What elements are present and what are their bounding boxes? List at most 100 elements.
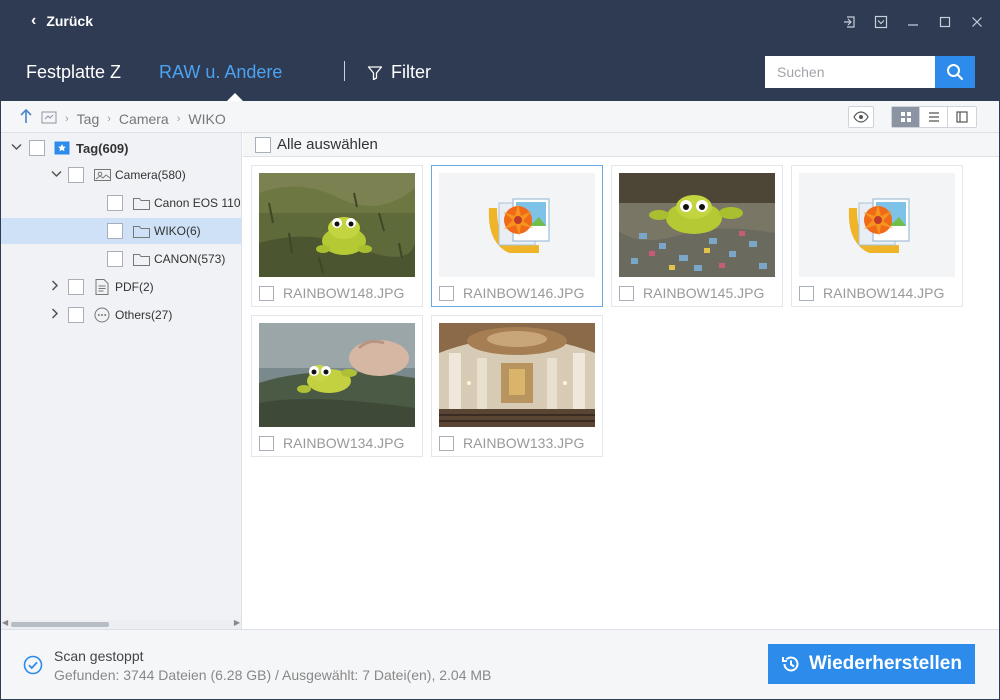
file-tile[interactable]: RAINBOW133.JPG bbox=[431, 315, 603, 457]
file-name: RAINBOW134.JPG bbox=[283, 435, 405, 451]
restore-button[interactable]: Wiederherstellen bbox=[768, 644, 975, 684]
file-tile[interactable]: RAINBOW145.JPG bbox=[611, 165, 783, 307]
chevron-down-icon[interactable] bbox=[51, 169, 62, 181]
tree-checkbox[interactable] bbox=[107, 251, 123, 267]
breadcrumb-item-camera[interactable]: Camera bbox=[119, 111, 169, 127]
folder-tree-sidebar: Tag(609) Camera(580) Canon EOS 1100D bbox=[1, 133, 242, 629]
tree-item-pdf[interactable]: PDF(2) bbox=[1, 274, 241, 300]
breadcrumb-item-wiko[interactable]: WIKO bbox=[188, 111, 225, 127]
tree-label: Others(27) bbox=[115, 308, 173, 322]
tree-checkbox[interactable] bbox=[68, 167, 84, 183]
back-button[interactable]: ‹ Zurück bbox=[31, 12, 93, 30]
file-grid-area: Alle auswählen RAINBOW148.JPG RAINBOW146… bbox=[243, 133, 999, 629]
breadcrumb: › Tag › Camera › WIKO bbox=[19, 108, 226, 129]
document-icon bbox=[93, 279, 111, 295]
filter-button[interactable]: Filter bbox=[367, 62, 431, 83]
tag-folder-icon[interactable] bbox=[41, 110, 57, 127]
tree-item-canon[interactable]: CANON(573) bbox=[1, 246, 241, 272]
file-checkbox[interactable] bbox=[619, 286, 634, 301]
scroll-right-icon[interactable]: ▶ bbox=[234, 618, 240, 627]
maximize-icon[interactable] bbox=[933, 9, 957, 35]
photo-thumbnail bbox=[259, 173, 415, 277]
nav-bar: Festplatte Z RAW u. Andere Filter bbox=[1, 43, 999, 101]
tree-item-wiko[interactable]: WIKO(6) bbox=[1, 218, 241, 244]
file-checkbox[interactable] bbox=[439, 286, 454, 301]
restore-label: Wiederherstellen bbox=[809, 653, 962, 674]
tree-label: CANON(573) bbox=[154, 252, 226, 266]
tree-item-tag[interactable]: Tag(609) bbox=[1, 135, 241, 161]
tree-checkbox[interactable] bbox=[29, 140, 45, 156]
photo-thumbnail bbox=[439, 323, 595, 427]
breadcrumb-separator-icon: › bbox=[65, 112, 69, 125]
dropdown-icon[interactable] bbox=[869, 9, 893, 35]
grid-view-button[interactable] bbox=[892, 107, 920, 127]
tree-item-others[interactable]: Others(27) bbox=[1, 302, 241, 328]
close-icon[interactable] bbox=[965, 9, 989, 35]
select-all-row[interactable]: Alle auswählen bbox=[243, 133, 999, 157]
tab-raw-und-andere[interactable]: RAW u. Andere bbox=[159, 62, 282, 83]
image-placeholder-icon bbox=[799, 173, 955, 277]
file-tile[interactable]: RAINBOW134.JPG bbox=[251, 315, 423, 457]
search-input[interactable] bbox=[765, 56, 935, 88]
photo-thumbnail bbox=[619, 173, 775, 277]
back-label: Zurück bbox=[46, 13, 94, 29]
file-name: RAINBOW146.JPG bbox=[463, 285, 585, 301]
search-button[interactable] bbox=[935, 56, 975, 88]
file-name: RAINBOW144.JPG bbox=[823, 285, 945, 301]
file-checkbox[interactable] bbox=[259, 436, 274, 451]
detail-view-button[interactable] bbox=[948, 107, 976, 127]
tree-label: Canon EOS 1100D bbox=[154, 196, 241, 210]
file-checkbox[interactable] bbox=[439, 436, 454, 451]
eye-icon bbox=[853, 111, 869, 123]
tree-label: WIKO(6) bbox=[154, 224, 201, 238]
exit-icon[interactable] bbox=[837, 9, 861, 35]
status-detail: Gefunden: 3744 Dateien (6.28 GB) / Ausge… bbox=[54, 667, 492, 683]
chevron-right-icon[interactable] bbox=[51, 280, 59, 294]
file-tile[interactable]: RAINBOW148.JPG bbox=[251, 165, 423, 307]
list-icon bbox=[928, 112, 939, 122]
tree-checkbox[interactable] bbox=[107, 223, 123, 239]
tab-festplatte-z[interactable]: Festplatte Z bbox=[26, 62, 121, 83]
minimize-icon[interactable] bbox=[901, 9, 925, 35]
file-name: RAINBOW148.JPG bbox=[283, 285, 405, 301]
tree-label: PDF(2) bbox=[115, 280, 154, 294]
folder-icon bbox=[132, 251, 150, 267]
tree-checkbox[interactable] bbox=[107, 195, 123, 211]
select-all-label: Alle auswählen bbox=[277, 136, 378, 153]
title-bar: ‹ Zurück bbox=[1, 1, 999, 43]
filter-label: Filter bbox=[391, 62, 431, 82]
breadcrumb-separator-icon: › bbox=[176, 112, 181, 125]
image-placeholder-icon bbox=[439, 173, 595, 277]
file-tile[interactable]: RAINBOW146.JPG bbox=[431, 165, 603, 307]
active-tab-pointer bbox=[227, 93, 243, 101]
chevron-down-icon[interactable] bbox=[11, 142, 22, 154]
list-view-button[interactable] bbox=[920, 107, 948, 127]
grid-icon bbox=[900, 112, 911, 122]
scroll-left-icon[interactable]: ◀ bbox=[2, 618, 8, 627]
sidebar-horizontal-scrollbar[interactable]: ◀ ▶ bbox=[1, 618, 241, 629]
file-checkbox[interactable] bbox=[259, 286, 274, 301]
folder-icon bbox=[132, 223, 150, 239]
chevron-right-icon[interactable] bbox=[51, 308, 59, 322]
up-arrow-icon[interactable] bbox=[19, 108, 33, 129]
breadcrumb-bar: › Tag › Camera › WIKO bbox=[1, 101, 999, 133]
filter-icon bbox=[367, 65, 383, 80]
window-controls bbox=[837, 9, 989, 35]
file-checkbox[interactable] bbox=[799, 286, 814, 301]
tag-icon bbox=[53, 140, 71, 156]
history-icon bbox=[782, 656, 799, 672]
preview-button[interactable] bbox=[848, 106, 874, 128]
tree-item-camera[interactable]: Camera(580) bbox=[1, 162, 241, 188]
scrollbar-thumb[interactable] bbox=[11, 622, 109, 627]
tree-label: Tag(609) bbox=[76, 140, 129, 156]
tree-checkbox[interactable] bbox=[68, 307, 84, 323]
status-bar: Scan gestoppt Gefunden: 3744 Dateien (6.… bbox=[1, 629, 999, 699]
detail-view-icon bbox=[956, 111, 968, 123]
check-circle-icon bbox=[23, 655, 43, 680]
tree-item-canon-eos[interactable]: Canon EOS 1100D bbox=[1, 190, 241, 216]
select-all-checkbox[interactable] bbox=[255, 136, 271, 153]
breadcrumb-item-tag[interactable]: Tag bbox=[77, 111, 100, 127]
tree-checkbox[interactable] bbox=[68, 279, 84, 295]
file-tile[interactable]: RAINBOW144.JPG bbox=[791, 165, 963, 307]
photo-thumbnail bbox=[259, 323, 415, 427]
